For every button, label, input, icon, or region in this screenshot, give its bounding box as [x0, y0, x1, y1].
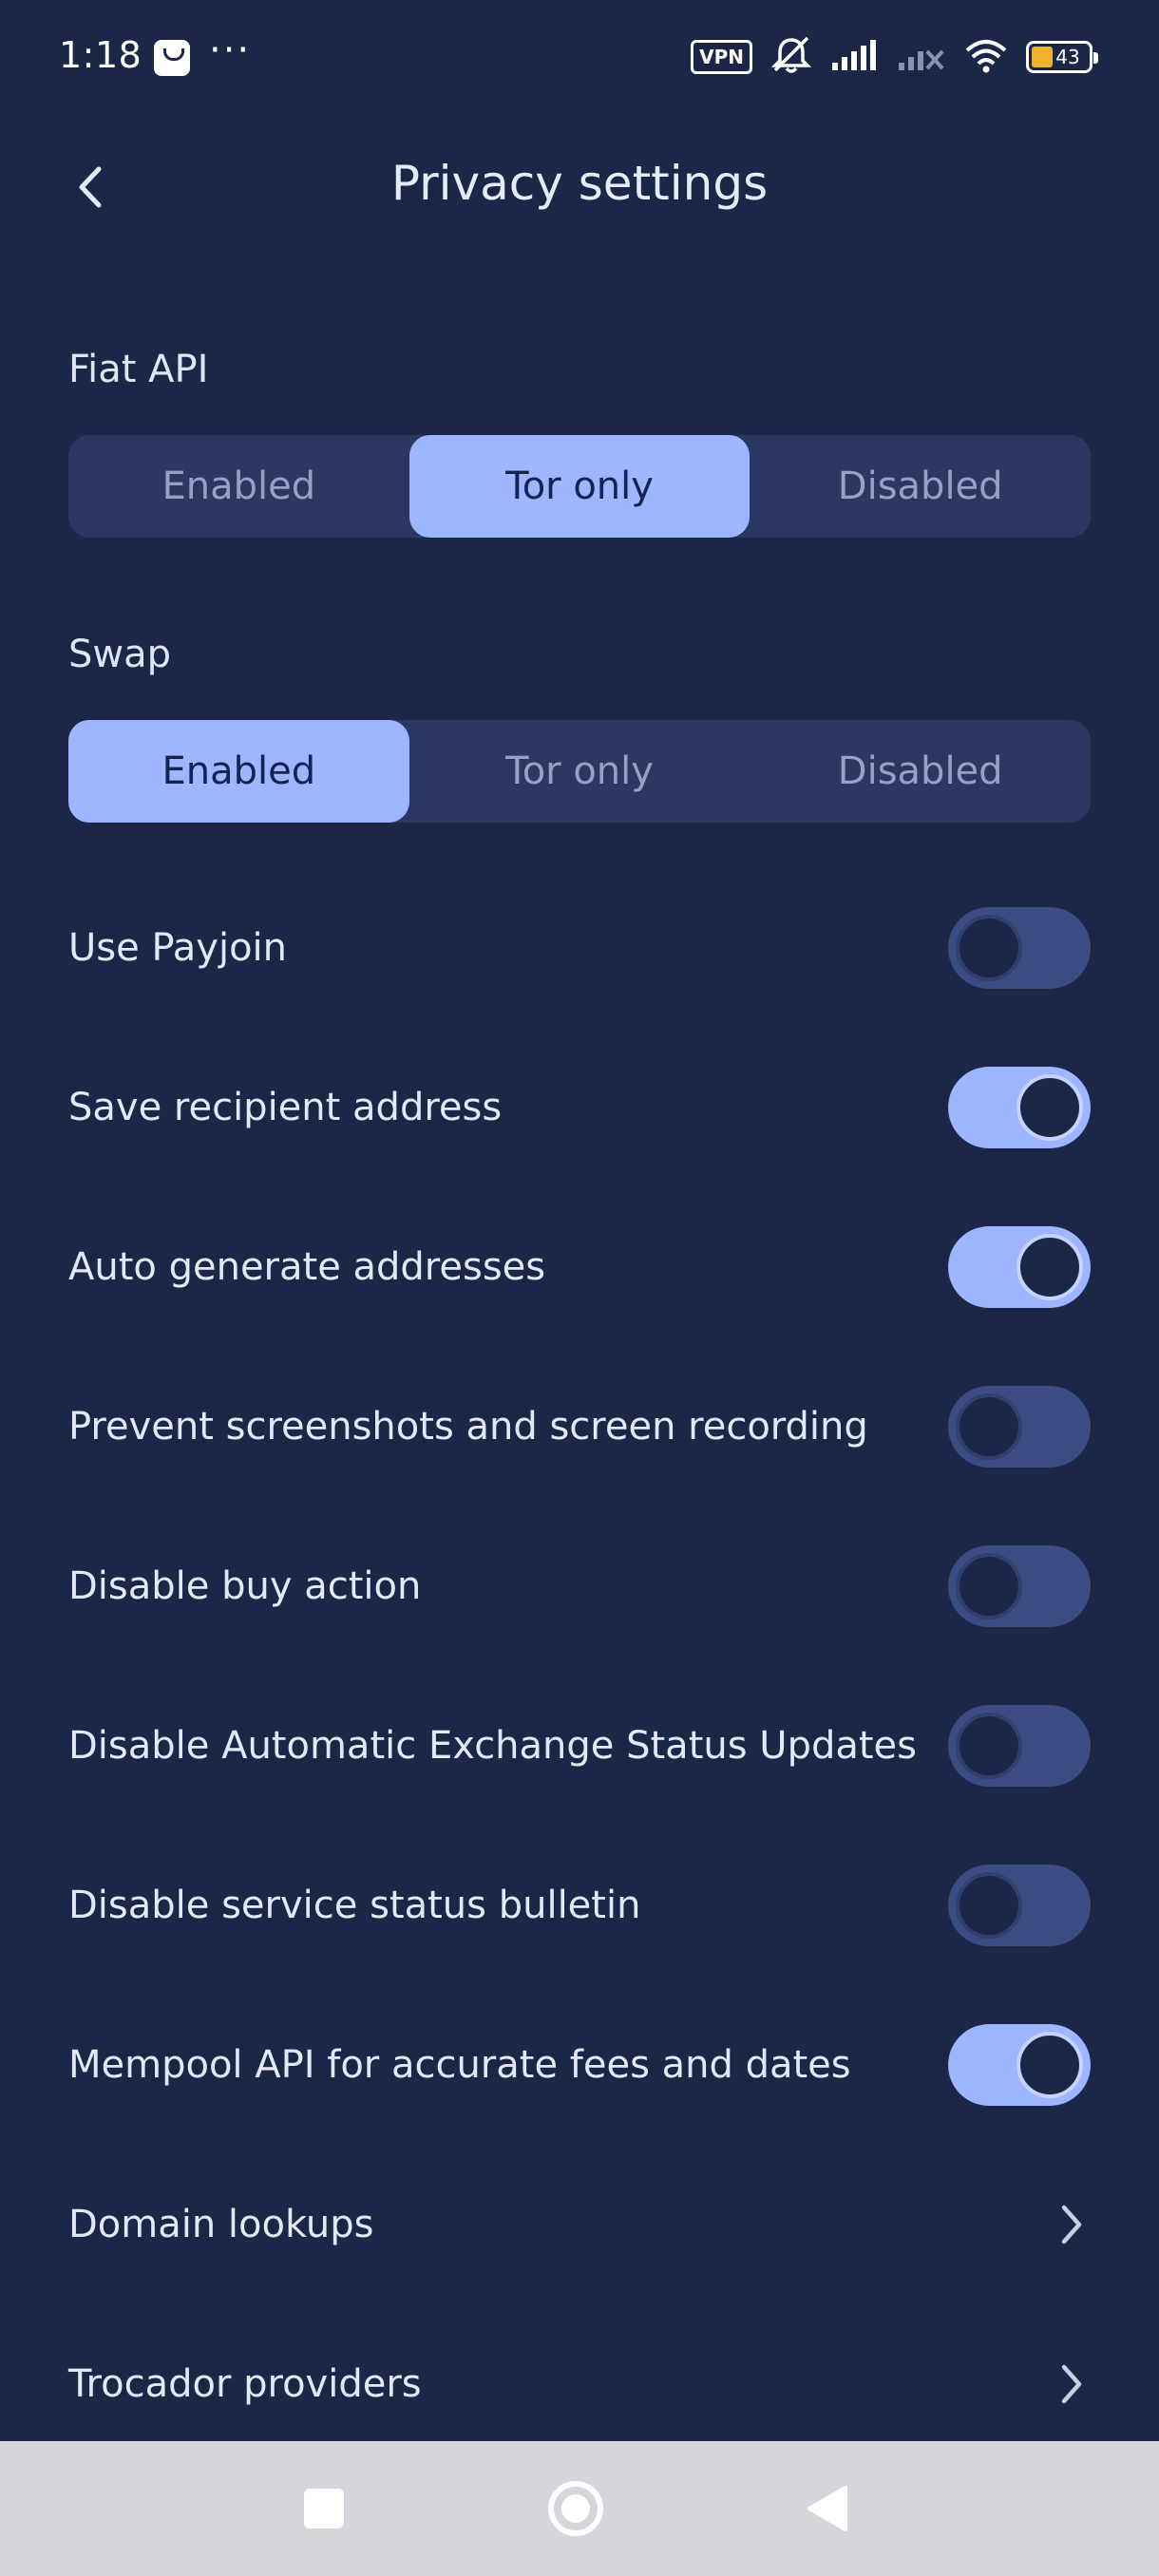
fiat-api-option-enabled[interactable]: Enabled: [68, 435, 409, 538]
setting-label: Prevent screenshots and screen recording: [68, 1405, 868, 1449]
status-bar: 1:18 ··· VPN 43: [0, 0, 1159, 114]
setting-label: Mempool API for accurate fees and dates: [68, 2043, 851, 2087]
muted-bell-icon: [770, 36, 813, 78]
toggle-knob: [1016, 1074, 1083, 1141]
disable-service-status-bulletin-toggle[interactable]: [948, 1865, 1091, 1946]
circle-icon: [548, 2481, 603, 2536]
setting-label: Use Payjoin: [68, 926, 287, 970]
mempool-api-toggle[interactable]: [948, 2024, 1091, 2106]
vpn-icon: VPN: [691, 40, 752, 74]
swap-option-tor-only[interactable]: Tor only: [409, 720, 750, 823]
signal-no-service-icon: [897, 38, 946, 76]
more-notifications-icon: ···: [209, 28, 252, 72]
disable-buy-action-toggle[interactable]: [948, 1545, 1091, 1627]
toggle-knob: [956, 1872, 1022, 1939]
home-button[interactable]: [508, 2441, 643, 2576]
toggle-knob: [956, 1393, 1022, 1460]
chevron-right-icon: [1053, 2196, 1091, 2253]
swap-option-disabled[interactable]: Disabled: [750, 720, 1091, 823]
setting-row-prevent-screenshots[interactable]: Prevent screenshots and screen recording: [68, 1379, 1091, 1474]
triangle-back-icon: [808, 2486, 847, 2531]
page-title: Privacy settings: [390, 156, 769, 211]
square-icon: [304, 2489, 344, 2529]
signal-icon: [830, 38, 880, 76]
save-recipient-address-toggle[interactable]: [948, 1067, 1091, 1148]
setting-label: Disable buy action: [68, 1564, 422, 1608]
setting-row-save-recipient-address[interactable]: Save recipient address: [68, 1060, 1091, 1155]
toggle-knob: [956, 1553, 1022, 1619]
swap-option-enabled[interactable]: Enabled: [68, 720, 409, 823]
setting-row-auto-generate-addresses[interactable]: Auto generate addresses: [68, 1220, 1091, 1315]
swap-label: Swap: [68, 633, 172, 676]
setting-row-disable-service-status-bulletin[interactable]: Disable service status bulletin: [68, 1858, 1091, 1953]
battery-level: 43: [1055, 46, 1080, 68]
prevent-screenshots-toggle[interactable]: [948, 1386, 1091, 1468]
app-header: Privacy settings: [0, 133, 1159, 237]
fiat-api-label: Fiat API: [68, 348, 209, 391]
setting-row-disable-exchange-status-updates[interactable]: Disable Automatic Exchange Status Update…: [68, 1698, 1091, 1793]
setting-label: Save recipient address: [68, 1086, 503, 1129]
setting-label: Trocador providers: [68, 2362, 422, 2406]
chevron-right-icon: [1053, 2356, 1091, 2413]
toggle-knob: [956, 915, 1022, 981]
setting-row-disable-buy-action[interactable]: Disable buy action: [68, 1539, 1091, 1634]
setting-label: Disable Automatic Exchange Status Update…: [68, 1724, 917, 1768]
setting-label: Domain lookups: [68, 2203, 374, 2246]
toggle-knob: [956, 1713, 1022, 1779]
disable-exchange-status-updates-toggle[interactable]: [948, 1705, 1091, 1787]
setting-label: Disable service status bulletin: [68, 1884, 641, 1927]
toggle-knob: [1016, 1234, 1083, 1300]
privacy-settings-screen: 1:18 ··· VPN 43 Privacy settings Fiat AP…: [0, 0, 1159, 2576]
setting-label: Auto generate addresses: [68, 1245, 546, 1289]
recent-apps-button[interactable]: [256, 2441, 391, 2576]
setting-row-trocador-providers[interactable]: Trocador providers: [68, 2337, 1091, 2432]
battery-icon: 43: [1026, 41, 1098, 73]
system-navigation-bar: [0, 2441, 1159, 2576]
use-payjoin-toggle[interactable]: [948, 907, 1091, 989]
fiat-api-option-disabled[interactable]: Disabled: [750, 435, 1091, 538]
wifi-icon: [963, 37, 1009, 77]
notification-app-icon: [154, 40, 190, 76]
system-back-button[interactable]: [760, 2441, 895, 2576]
status-icons: VPN 43: [691, 36, 1098, 78]
fiat-api-option-tor-only[interactable]: Tor only: [408, 435, 750, 538]
auto-generate-addresses-toggle[interactable]: [948, 1226, 1091, 1308]
fiat-api-segmented-control: Enabled Tor only Disabled: [68, 435, 1091, 538]
swap-segmented-control: Enabled Tor only Disabled: [68, 720, 1091, 823]
toggle-knob: [1016, 2032, 1083, 2098]
status-time: 1:18: [59, 34, 142, 76]
setting-row-domain-lookups[interactable]: Domain lookups: [68, 2177, 1091, 2272]
setting-row-mempool-api[interactable]: Mempool API for accurate fees and dates: [68, 2017, 1091, 2112]
setting-row-use-payjoin[interactable]: Use Payjoin: [68, 900, 1091, 995]
